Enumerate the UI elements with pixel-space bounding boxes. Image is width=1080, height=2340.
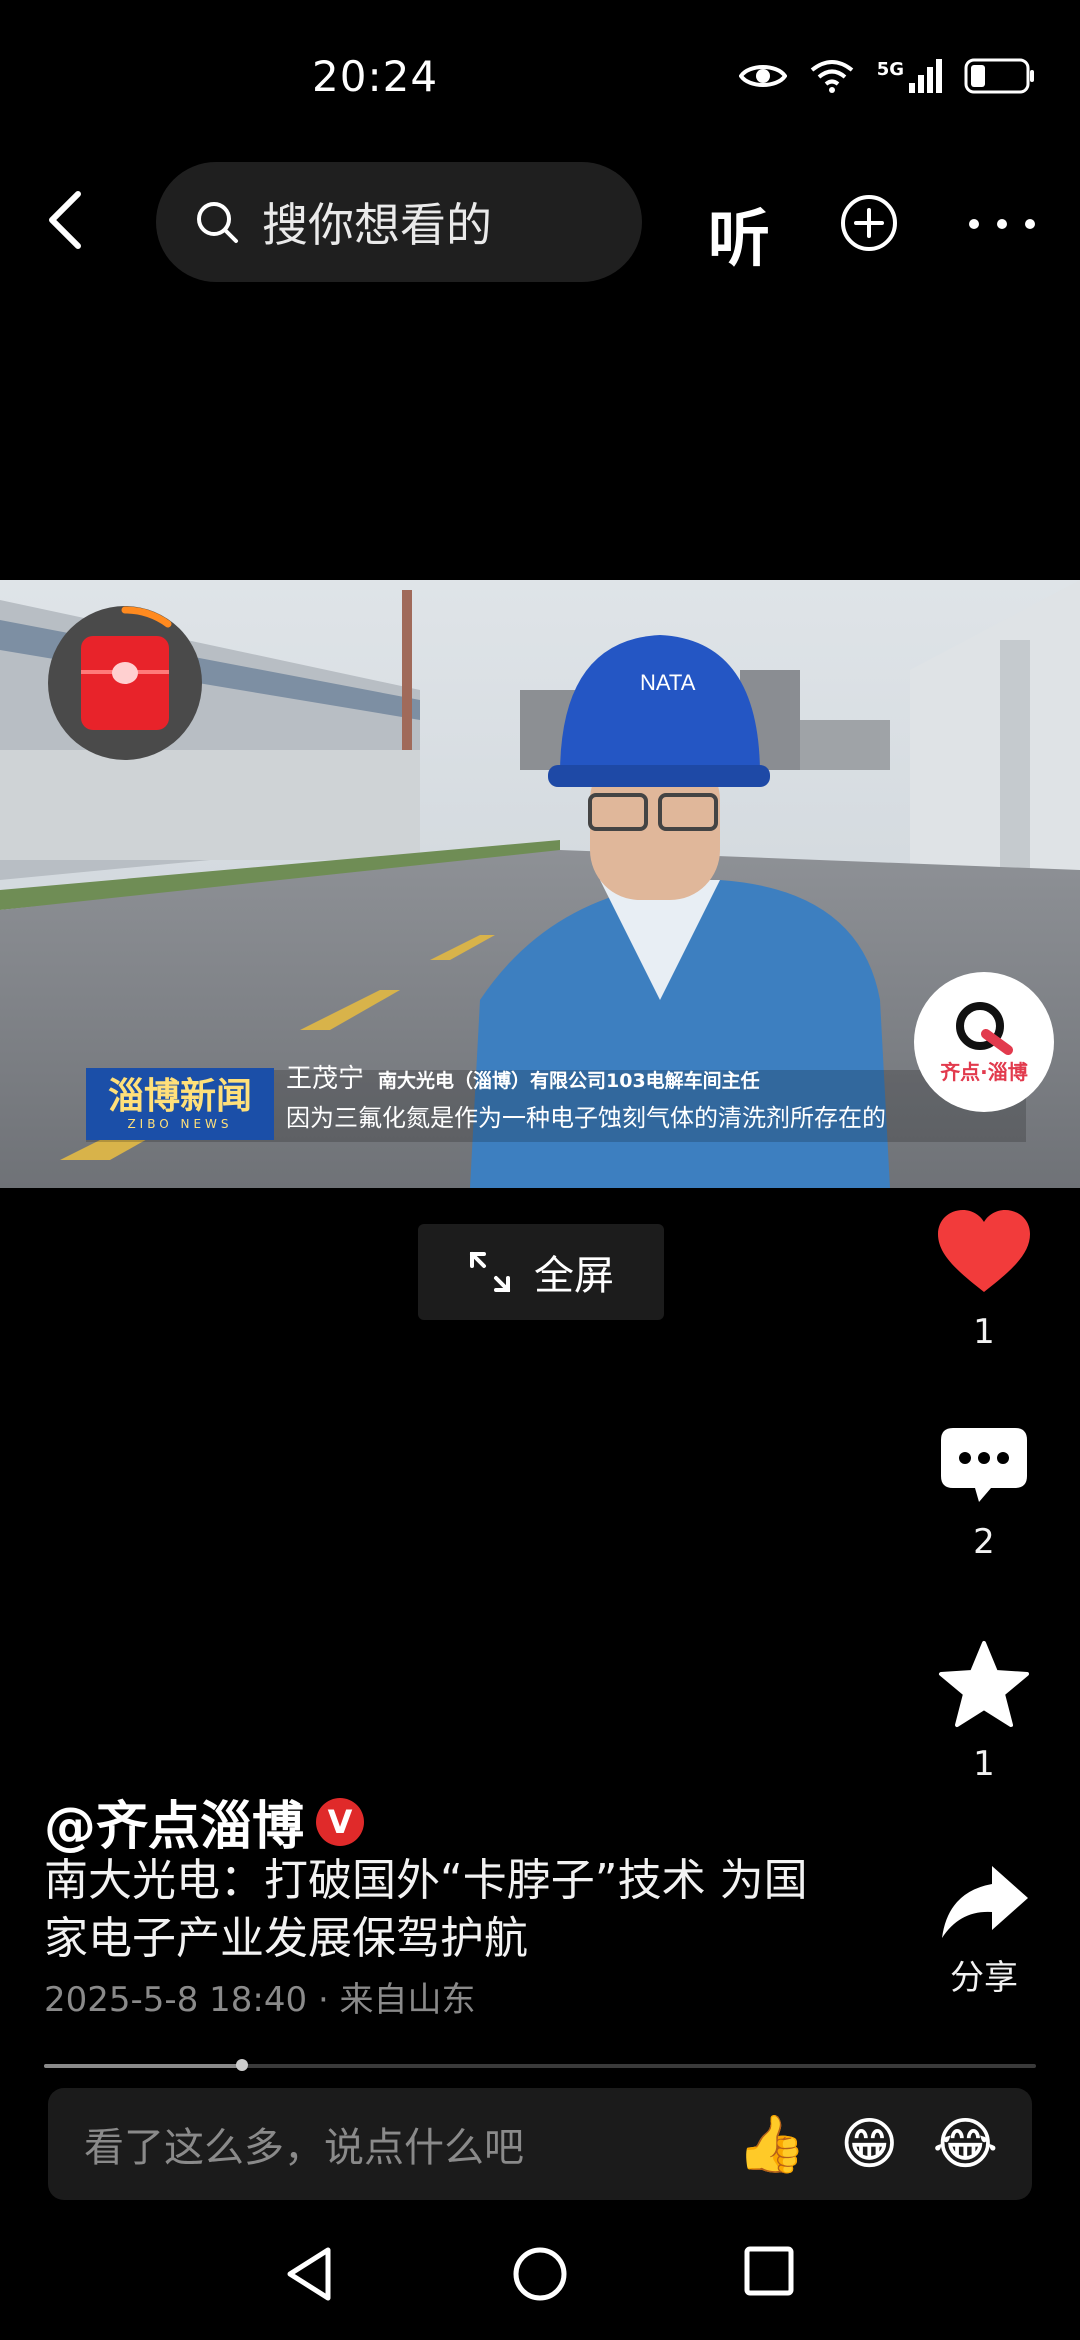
- wifi-icon: [810, 60, 853, 93]
- share-icon: [942, 1866, 1028, 1938]
- search-placeholder: 搜你想看的: [262, 198, 492, 252]
- author-row[interactable]: @齐点淄博 V: [44, 1784, 365, 1859]
- listen-button[interactable]: 听: [708, 188, 770, 278]
- share-button[interactable]: 分享: [924, 1862, 1044, 1999]
- video-player[interactable]: NATA 淄博新闻 ZIBO NEWS 王茂宁 南大光电（淄博）有限公司103电…: [0, 580, 1080, 1188]
- fullscreen-label: 全屏: [534, 1253, 614, 1299]
- nav-back-icon[interactable]: [284, 2246, 334, 2302]
- back-icon[interactable]: [44, 190, 84, 250]
- nav-home-icon[interactable]: [512, 2246, 568, 2302]
- channel-logo: 淄博新闻 ZIBO NEWS: [86, 1068, 274, 1140]
- post-location: · 来自山东: [317, 1980, 476, 2020]
- author-name[interactable]: @齐点淄博: [44, 1784, 304, 1859]
- comment-button[interactable]: 2: [924, 1426, 1044, 1562]
- heart-icon: [938, 1210, 1030, 1292]
- grin-emoji-icon[interactable]: 😁: [840, 2112, 898, 2177]
- helmet-logo: NATA: [640, 670, 696, 695]
- status-time: 20:24: [312, 52, 439, 101]
- video-caption: 因为三氟化氮是作为一种电子蚀刻气体的清洗剂所存在的: [286, 1104, 886, 1132]
- post-title[interactable]: 南大光电：打破国外“卡脖子”技术 为国家电子产业发展保驾护航: [44, 1852, 844, 1968]
- search-bar[interactable]: 搜你想看的: [156, 162, 642, 282]
- nav-recents-icon[interactable]: [744, 2246, 794, 2296]
- status-icons: 5G: [738, 58, 1036, 94]
- watermark-logo: 齐点·淄博: [914, 972, 1054, 1112]
- watermark-text: 齐点·淄博: [940, 1059, 1028, 1084]
- progress-knob[interactable]: [236, 2059, 249, 2071]
- thumbs-up-emoji-icon[interactable]: 👍: [736, 2111, 806, 2177]
- favorite-button[interactable]: 1: [924, 1640, 1044, 1784]
- comment-count: 2: [973, 1522, 995, 1562]
- network-type-label: 5G: [876, 59, 904, 80]
- more-icon[interactable]: [966, 218, 1038, 230]
- channel-logo-main: 淄博新闻: [107, 1076, 252, 1117]
- cellular-signal-icon: 5G: [877, 59, 942, 93]
- comment-icon: [941, 1428, 1027, 1502]
- comment-input-bar[interactable]: 看了这么多，说点什么吧 👍 😁 😂: [48, 2088, 1032, 2200]
- progress-fill: [44, 2064, 243, 2068]
- share-label: 分享: [950, 1958, 1018, 1998]
- star-icon: [939, 1641, 1029, 1727]
- comment-placeholder: 看了这么多，说点什么吧: [84, 2125, 524, 2171]
- red-envelope-button[interactable]: [48, 606, 202, 760]
- playback-progress-bar[interactable]: [44, 2059, 1036, 2071]
- qidian-logo-icon: [956, 1001, 1013, 1055]
- battery-icon: [964, 58, 1034, 94]
- fullscreen-button[interactable]: 全屏: [418, 1224, 664, 1320]
- speaker-role: 南大光电（淄博）有限公司103电解车间主任: [378, 1070, 760, 1092]
- like-count: 1: [973, 1312, 995, 1352]
- search-icon: [197, 202, 238, 243]
- verified-badge-icon: V: [316, 1797, 365, 1846]
- laugh-emoji-icon[interactable]: 😂: [933, 2112, 998, 2177]
- expand-icon: [470, 1252, 510, 1292]
- post-date: 2025-5-8 18:40: [44, 1980, 308, 2020]
- lower-third-name-row: 王茂宁 南大光电（淄博）有限公司103电解车间主任: [286, 1058, 760, 1095]
- channel-logo-sub: ZIBO NEWS: [127, 1117, 233, 1131]
- add-icon[interactable]: [840, 194, 898, 252]
- post-meta: 2025-5-8 18:40 · 来自山东: [44, 1972, 476, 2021]
- favorite-count: 1: [973, 1744, 995, 1784]
- eye-icon: [738, 65, 787, 87]
- like-button[interactable]: 1: [924, 1208, 1044, 1352]
- speaker-name: 王茂宁: [286, 1064, 365, 1094]
